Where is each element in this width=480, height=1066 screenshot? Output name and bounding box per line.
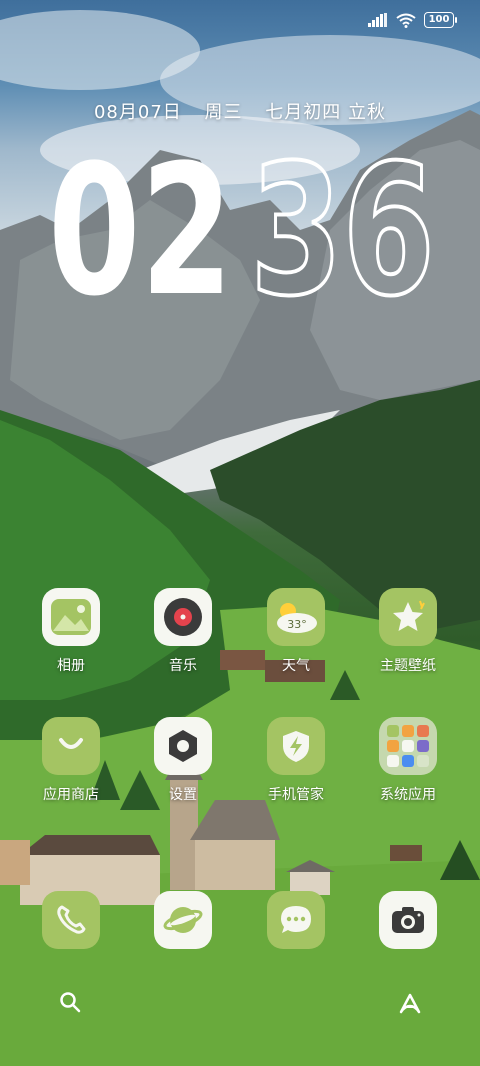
camera-icon [379, 891, 437, 949]
status-bar: 100 [368, 12, 457, 28]
weather-icon: 33° [267, 588, 325, 646]
app-store-icon [42, 717, 100, 775]
app-label: 天气 [282, 658, 310, 674]
app-themes[interactable]: 主题壁纸 [358, 588, 458, 675]
settings-icon [154, 717, 212, 775]
search-icon[interactable] [58, 990, 82, 1014]
cellular-signal-icon [368, 13, 387, 27]
assistant-icon[interactable] [397, 990, 423, 1016]
app-settings[interactable]: 设置 [133, 717, 233, 804]
clock-hours-text: 02 [48, 148, 233, 308]
app-label: 音乐 [169, 658, 197, 674]
gallery-icon [42, 588, 100, 646]
date-line: 08月07日 周三 七月初四 立秋 [0, 98, 480, 124]
app-label: 设置 [169, 787, 197, 803]
wifi-icon [396, 13, 416, 28]
lunar-date-text: 七月初四 立秋 [265, 102, 386, 123]
dock-camera[interactable] [358, 891, 458, 949]
security-icon [267, 717, 325, 775]
messages-icon [267, 891, 325, 949]
app-label: 手机管家 [268, 787, 324, 803]
app-label: 主题壁纸 [380, 658, 436, 674]
home-screen: 100 08月07日 周三 七月初四 立秋 02 36 相册 音乐 33° 天气… [0, 0, 480, 1066]
app-label: 相册 [57, 658, 85, 674]
themes-icon [379, 588, 437, 646]
app-music[interactable]: 音乐 [133, 588, 233, 675]
system-apps-folder-icon [379, 717, 437, 775]
dock-phone[interactable] [21, 891, 121, 949]
weekday-text: 周三 [204, 102, 243, 123]
app-gallery[interactable]: 相册 [21, 588, 121, 675]
phone-icon [42, 891, 100, 949]
browser-icon [154, 891, 212, 949]
clock-hours: 02 [48, 148, 233, 308]
app-label: 系统应用 [380, 787, 436, 803]
app-label: 应用商店 [43, 787, 99, 803]
clock-minutes-text: 36 [250, 148, 435, 308]
app-security[interactable]: 手机管家 [246, 717, 346, 804]
weather-temp: 33° [287, 618, 307, 631]
folder-system-apps[interactable]: 系统应用 [358, 717, 458, 804]
app-weather[interactable]: 33° 天气 [246, 588, 346, 675]
date-text: 08月07日 [93, 102, 182, 123]
app-store[interactable]: 应用商店 [21, 717, 121, 804]
music-icon [154, 588, 212, 646]
battery-indicator: 100 [424, 12, 457, 28]
dock-messages[interactable] [246, 891, 346, 949]
clock-minutes: 36 [250, 148, 437, 308]
dock-browser[interactable] [133, 891, 233, 949]
